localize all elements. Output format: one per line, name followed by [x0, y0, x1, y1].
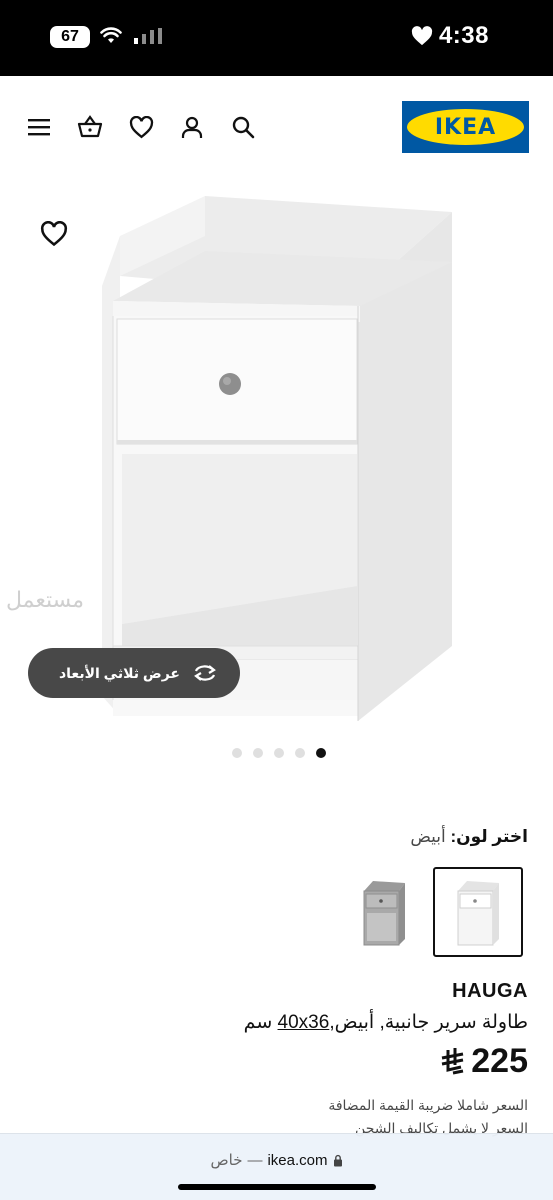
product-price: 225	[439, 1042, 528, 1081]
site-header: IKEA	[0, 76, 553, 176]
private-label: خاص	[210, 1152, 243, 1169]
rotate-3d-icon	[194, 665, 216, 681]
logo-text: IKEA	[434, 114, 497, 140]
home-indicator[interactable]	[178, 1184, 376, 1190]
signal-icon	[134, 28, 162, 44]
heart-icon	[411, 26, 433, 46]
user-icon[interactable]	[179, 114, 205, 140]
search-icon[interactable]	[230, 114, 256, 140]
description-text: طاولة سرير جانبية, أبيض,	[329, 1012, 528, 1033]
vat-note: السعر شاملا ضريبة القيمة المضافة	[328, 1097, 528, 1113]
ikea-logo[interactable]: IKEA	[402, 101, 529, 153]
color-picker-label: اختر لون: أبيض	[410, 827, 528, 847]
white-nightstand-thumbnail	[457, 881, 499, 946]
url-separator: —	[247, 1151, 263, 1169]
url-row[interactable]: خاص — ikea.com	[0, 1151, 553, 1169]
watermark: مستعمل	[6, 588, 85, 613]
color-swatch-white[interactable]	[433, 867, 523, 957]
status-bar: 67 4:38	[0, 0, 553, 76]
color-value: أبيض	[410, 827, 446, 846]
product-image-gallery[interactable]: مستعمل عرض ثلاثي الأبعاد	[0, 176, 553, 736]
product-brand: HAUGA	[452, 980, 528, 1002]
carousel-dot[interactable]	[253, 748, 263, 758]
saudi-riyal-symbol	[441, 1047, 464, 1074]
carousel-dot[interactable]	[295, 748, 305, 758]
product-dimensions-link[interactable]: 40x36	[278, 1012, 330, 1033]
price-value: 225	[471, 1042, 528, 1080]
view-3d-button[interactable]: عرض ثلاثي الأبعاد	[28, 648, 240, 698]
battery-level: 67	[61, 28, 79, 45]
url-text[interactable]: ikea.com	[267, 1152, 327, 1169]
menu-icon[interactable]	[26, 114, 52, 140]
product-description: طاولة سرير جانبية, أبيض,40x36 سم	[244, 1011, 528, 1034]
view-3d-label: عرض ثلاثي الأبعاد	[58, 664, 180, 681]
carousel-dot[interactable]	[274, 748, 284, 758]
favourites-icon[interactable]	[128, 114, 154, 140]
carousel-dot[interactable]	[316, 748, 326, 758]
basket-icon[interactable]	[77, 114, 103, 140]
wifi-icon	[100, 27, 122, 43]
browser-address-bar[interactable]: خاص — ikea.com	[0, 1133, 553, 1200]
color-label: اختر لون:	[450, 827, 528, 846]
dimensions-unit: سم	[243, 1012, 273, 1033]
color-swatch-grey[interactable]	[339, 867, 429, 957]
grey-nightstand-thumbnail	[363, 881, 405, 946]
battery-indicator: 67	[50, 26, 90, 48]
add-to-favourites-icon[interactable]	[40, 220, 68, 249]
carousel-dot[interactable]	[232, 748, 242, 758]
image-carousel-dots	[232, 748, 326, 758]
lock-icon	[333, 1154, 342, 1166]
status-time: 4:38	[438, 22, 489, 49]
